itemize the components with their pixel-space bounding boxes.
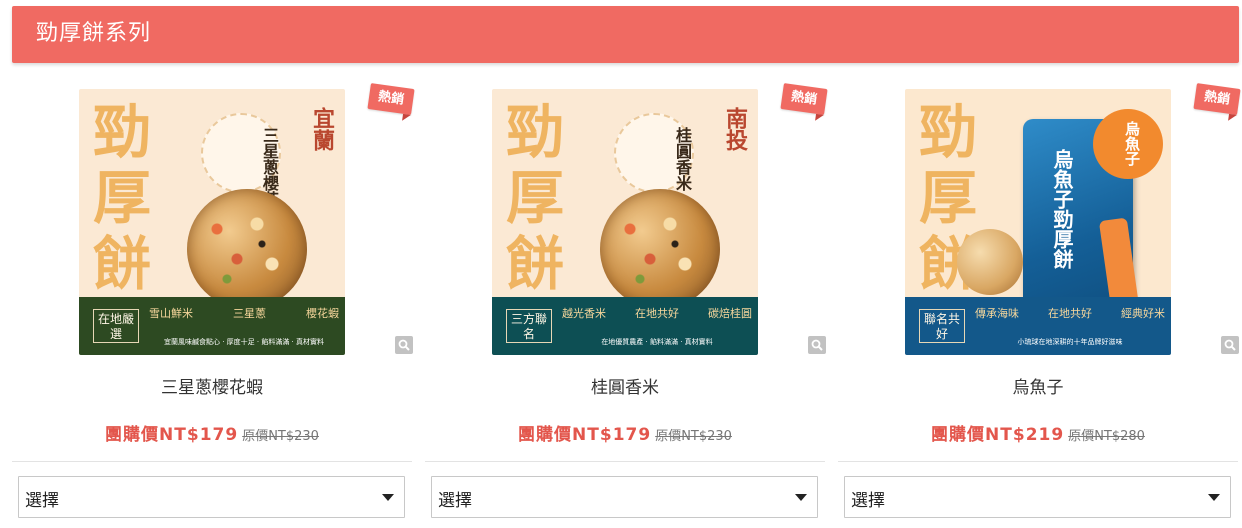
image-char: 厚 bbox=[919, 164, 978, 232]
product-name[interactable]: 三星蔥櫻花蝦 bbox=[12, 377, 412, 399]
cake-illustration bbox=[600, 189, 720, 309]
original-price: 原價NT$280 bbox=[1068, 429, 1145, 444]
band-subtext: 在地優質農產 · 餡料滿滿 · 真材實料 bbox=[601, 338, 713, 346]
original-price: 原價NT$230 bbox=[655, 429, 732, 444]
band-subtext: 小琉球在地深耕的十年品牌好滋味 bbox=[1017, 338, 1123, 346]
section-header: 勁厚餅系列 bbox=[12, 6, 1239, 63]
image-char: 餅 bbox=[506, 230, 565, 298]
image-char: 勁 bbox=[506, 98, 565, 166]
group-price: 團購價NT$179 bbox=[518, 425, 652, 445]
product-name[interactable]: 烏魚子 bbox=[838, 377, 1238, 399]
option-select[interactable]: 選擇 bbox=[18, 476, 405, 518]
image-char: 厚 bbox=[93, 164, 152, 232]
flavor-text: 桂圓香米 bbox=[673, 127, 692, 191]
option-select[interactable]: 選擇 bbox=[844, 476, 1231, 518]
hot-badge: 熱銷 bbox=[780, 83, 828, 115]
zoom-icon[interactable] bbox=[808, 336, 826, 354]
band-item: 在地共好 bbox=[1048, 307, 1092, 320]
band-item: 雪山鮮米 bbox=[149, 307, 193, 320]
original-price: 原價NT$230 bbox=[242, 429, 319, 444]
flavor-text: 烏魚子 bbox=[1123, 121, 1141, 166]
band-items: 越光香米 在地共好 碳焙桂圓 bbox=[562, 305, 752, 321]
band-subtext: 宜蘭風味鹹食點心 · 厚度十足 · 餡料滿滿 · 真材實料 bbox=[163, 338, 325, 346]
band-items: 雪山鮮米 三星蔥 櫻花蝦 bbox=[149, 305, 339, 321]
band-label: 聯名共好 bbox=[919, 309, 965, 343]
product-image[interactable]: 勁 厚 餅 三星蔥 櫻花蝦 宜蘭 在地嚴選 雪山鮮米 三星蔥 櫻花蝦 宜蘭風味鹹食… bbox=[79, 89, 345, 355]
image-char: 餅 bbox=[93, 230, 152, 298]
band-item: 傳承海味 bbox=[975, 307, 1019, 320]
zoom-icon[interactable] bbox=[1221, 336, 1239, 354]
option-select[interactable]: 選擇 bbox=[431, 476, 818, 518]
section-title: 勁厚餅系列 bbox=[36, 21, 152, 46]
band-item: 碳焙桂圓 bbox=[708, 307, 752, 320]
band-label: 在地嚴選 bbox=[93, 309, 139, 343]
bag-text: 烏魚子勁厚餅 bbox=[1050, 149, 1074, 269]
cake-illustration bbox=[187, 189, 307, 309]
select-value: 選擇 bbox=[851, 491, 885, 511]
image-band: 在地嚴選 雪山鮮米 三星蔥 櫻花蝦 宜蘭風味鹹食點心 · 厚度十足 · 餡料滿滿… bbox=[79, 297, 345, 355]
group-price: 團購價NT$219 bbox=[931, 425, 1065, 445]
select-value: 選擇 bbox=[25, 491, 59, 511]
band-item: 越光香米 bbox=[562, 307, 606, 320]
divider bbox=[425, 461, 825, 462]
product-card: 勁 厚 餅 烏魚子勁厚餅 烏魚子 聯名共好 傳承海味 在地共好 經典好米 小琉球… bbox=[838, 74, 1241, 524]
band-item: 經典好米 bbox=[1121, 307, 1165, 320]
select-value: 選擇 bbox=[438, 491, 472, 511]
region-text: 南投 bbox=[722, 107, 748, 151]
hot-badge: 熱銷 bbox=[1193, 83, 1241, 115]
price-row: 團購價NT$179 原價NT$230 bbox=[12, 423, 412, 449]
zoom-icon[interactable] bbox=[395, 336, 413, 354]
product-image[interactable]: 勁 厚 餅 桂圓香米 南投 三方聯名 越光香米 在地共好 碳焙桂圓 在地優質農產… bbox=[492, 89, 758, 355]
cake-illustration bbox=[957, 229, 1023, 295]
hot-badge: 熱銷 bbox=[367, 83, 415, 115]
band-item: 櫻花蝦 bbox=[306, 307, 339, 320]
product-card: 勁 厚 餅 三星蔥櫻花蝦 宜蘭 在地嚴選 雪山鮮米 三星蔥 櫻花蝦 宜蘭風味鹹食… bbox=[12, 74, 415, 524]
band-label: 三方聯名 bbox=[506, 309, 552, 343]
chevron-down-icon bbox=[795, 494, 807, 501]
price-row: 團購價NT$179 原價NT$230 bbox=[425, 423, 825, 449]
band-item: 在地共好 bbox=[635, 307, 679, 320]
band-items: 傳承海味 在地共好 經典好米 bbox=[975, 305, 1165, 321]
group-price: 團購價NT$179 bbox=[105, 425, 239, 445]
region-text: 宜蘭 bbox=[309, 107, 335, 151]
image-char: 勁 bbox=[919, 98, 978, 166]
divider bbox=[838, 461, 1238, 462]
band-item: 三星蔥 bbox=[233, 307, 266, 320]
image-char: 勁 bbox=[93, 98, 152, 166]
image-band: 三方聯名 越光香米 在地共好 碳焙桂圓 在地優質農產 · 餡料滿滿 · 真材實料 bbox=[492, 297, 758, 355]
price-row: 團購價NT$219 原價NT$280 bbox=[838, 423, 1238, 449]
image-char: 厚 bbox=[506, 164, 565, 232]
divider bbox=[12, 461, 412, 462]
product-name[interactable]: 桂圓香米 bbox=[425, 377, 825, 399]
chevron-down-icon bbox=[382, 494, 394, 501]
product-card: 勁 厚 餅 桂圓香米 南投 三方聯名 越光香米 在地共好 碳焙桂圓 在地優質農產… bbox=[425, 74, 828, 524]
product-image[interactable]: 勁 厚 餅 烏魚子勁厚餅 烏魚子 聯名共好 傳承海味 在地共好 經典好米 小琉球… bbox=[905, 89, 1171, 355]
image-band: 聯名共好 傳承海味 在地共好 經典好米 小琉球在地深耕的十年品牌好滋味 bbox=[905, 297, 1171, 355]
chevron-down-icon bbox=[1208, 494, 1220, 501]
